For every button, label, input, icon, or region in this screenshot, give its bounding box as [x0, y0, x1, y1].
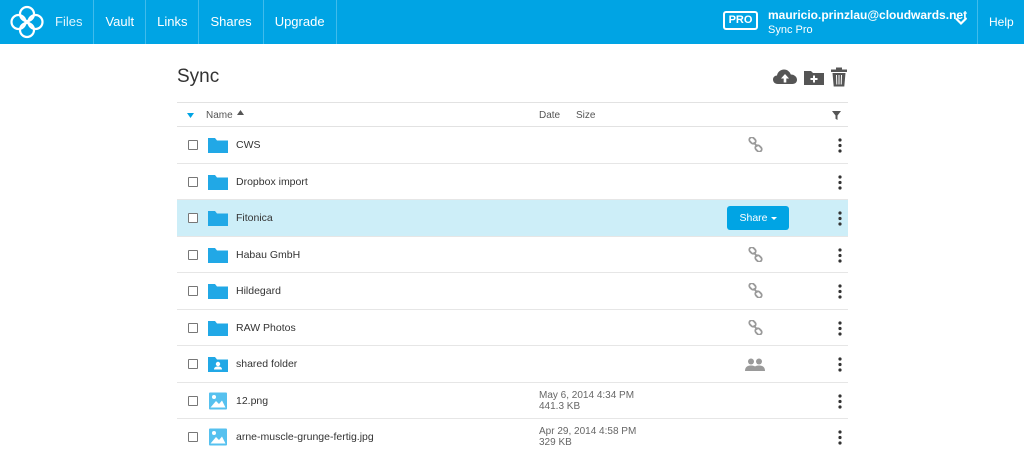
users-icon[interactable]	[745, 358, 765, 371]
table-row[interactable]: Habau GmbH	[177, 237, 848, 273]
table-row[interactable]: CWS	[177, 127, 848, 164]
folder-icon	[208, 174, 228, 190]
row-checkbox[interactable]	[188, 249, 198, 260]
folder-icon	[208, 211, 228, 226]
table-row[interactable]: Fitonica Share	[177, 200, 848, 237]
account-email: mauricio.prinzlau@cloudwards.net	[768, 8, 968, 22]
sort-ascending-icon	[237, 110, 244, 115]
row-checkbox[interactable]	[188, 395, 198, 406]
column-header-name[interactable]: Name	[206, 110, 233, 121]
filter-icon[interactable]	[832, 111, 841, 120]
page-title: Sync	[177, 66, 220, 87]
table-header: Name Date Size	[177, 103, 848, 127]
file-name[interactable]: RAW Photos	[236, 322, 296, 334]
kebab-menu-icon[interactable]	[837, 138, 843, 153]
file-name[interactable]: CWS	[236, 139, 261, 151]
sync-logo-icon[interactable]	[9, 5, 45, 39]
kebab-menu-icon[interactable]	[837, 247, 843, 263]
caret-down-icon	[770, 216, 777, 220]
file-date-size: May 6, 2014 4:34 PM 441.3 KB	[539, 390, 634, 412]
link-icon[interactable]	[748, 246, 763, 262]
image-file-icon	[209, 428, 227, 446]
link-icon[interactable]	[748, 319, 763, 335]
kebab-menu-icon[interactable]	[837, 284, 843, 299]
row-checkbox[interactable]	[188, 286, 198, 296]
folder-icon	[208, 138, 228, 153]
kebab-menu-icon[interactable]	[837, 430, 843, 445]
table-row[interactable]: RAW Photos	[177, 310, 848, 346]
kebab-menu-icon[interactable]	[837, 174, 843, 190]
row-checkbox[interactable]	[188, 432, 198, 442]
select-caret-icon[interactable]	[187, 113, 194, 118]
image-file-icon	[209, 392, 227, 409]
chevron-down-icon[interactable]	[954, 14, 968, 28]
row-checkbox[interactable]	[188, 213, 198, 223]
nav-upgrade[interactable]: Upgrade	[264, 0, 337, 44]
table-row[interactable]: Dropbox import	[177, 164, 848, 200]
shared-folder-icon	[208, 357, 228, 372]
cloud-upload-icon[interactable]	[772, 66, 798, 88]
column-header-size[interactable]: Size	[576, 110, 595, 121]
new-folder-icon[interactable]	[803, 66, 825, 88]
pro-badge: PRO	[723, 11, 758, 30]
folder-icon	[208, 320, 228, 336]
file-size: 329 KB	[539, 437, 572, 448]
file-name[interactable]: Habau GmbH	[236, 249, 300, 261]
main-nav: Files Vault Links Shares Upgrade	[45, 0, 337, 44]
nav-shares[interactable]: Shares	[199, 0, 264, 44]
file-date-size: Apr 29, 2014 4:58 PM 329 KB	[539, 426, 636, 448]
table-row[interactable]: shared folder	[177, 346, 848, 383]
trash-icon[interactable]	[830, 66, 848, 88]
top-navigation-bar: Files Vault Links Shares Upgrade PRO mau…	[0, 0, 1024, 44]
file-date: Apr 29, 2014 4:58 PM	[539, 426, 637, 437]
link-icon[interactable]	[748, 283, 763, 298]
nav-links[interactable]: Links	[146, 0, 200, 44]
row-checkbox[interactable]	[188, 176, 198, 187]
link-icon[interactable]	[748, 137, 763, 152]
help-link[interactable]: Help	[977, 0, 1024, 44]
table-row[interactable]: 12.png May 6, 2014 4:34 PM 441.3 KB	[177, 383, 848, 419]
account-plan: Sync Pro	[768, 24, 813, 36]
file-name[interactable]: Hildegard	[236, 285, 281, 297]
file-date: May 6, 2014 4:34 PM	[539, 389, 635, 401]
column-header-date[interactable]: Date	[539, 110, 560, 121]
kebab-menu-icon[interactable]	[837, 320, 843, 336]
share-button[interactable]: Share	[727, 206, 789, 230]
share-button-label: Share	[739, 212, 768, 224]
nav-vault[interactable]: Vault	[94, 0, 147, 44]
file-table: Name Date Size CWS Dropbox import Fitoni…	[177, 102, 848, 453]
file-name[interactable]: arne-muscle-grunge-fertig.jpg	[236, 431, 374, 443]
account-menu[interactable]: mauricio.prinzlau@cloudwards.net Sync Pr…	[768, 8, 967, 37]
folder-icon	[208, 247, 228, 263]
kebab-menu-icon[interactable]	[837, 357, 843, 372]
file-name[interactable]: Fitonica	[236, 212, 273, 224]
row-checkbox[interactable]	[188, 140, 198, 150]
folder-icon	[208, 284, 228, 299]
file-size: 441.3 KB	[539, 400, 581, 412]
nav-files[interactable]: Files	[45, 0, 95, 44]
file-name[interactable]: shared folder	[236, 358, 297, 370]
file-name[interactable]: 12.png	[236, 395, 268, 407]
row-checkbox[interactable]	[188, 322, 198, 333]
table-row[interactable]: Hildegard	[177, 273, 848, 310]
kebab-menu-icon[interactable]	[837, 211, 843, 226]
kebab-menu-icon[interactable]	[837, 393, 843, 409]
file-name[interactable]: Dropbox import	[236, 176, 308, 188]
row-checkbox[interactable]	[188, 359, 198, 369]
table-row[interactable]: arne-muscle-grunge-fertig.jpg Apr 29, 20…	[177, 419, 848, 453]
